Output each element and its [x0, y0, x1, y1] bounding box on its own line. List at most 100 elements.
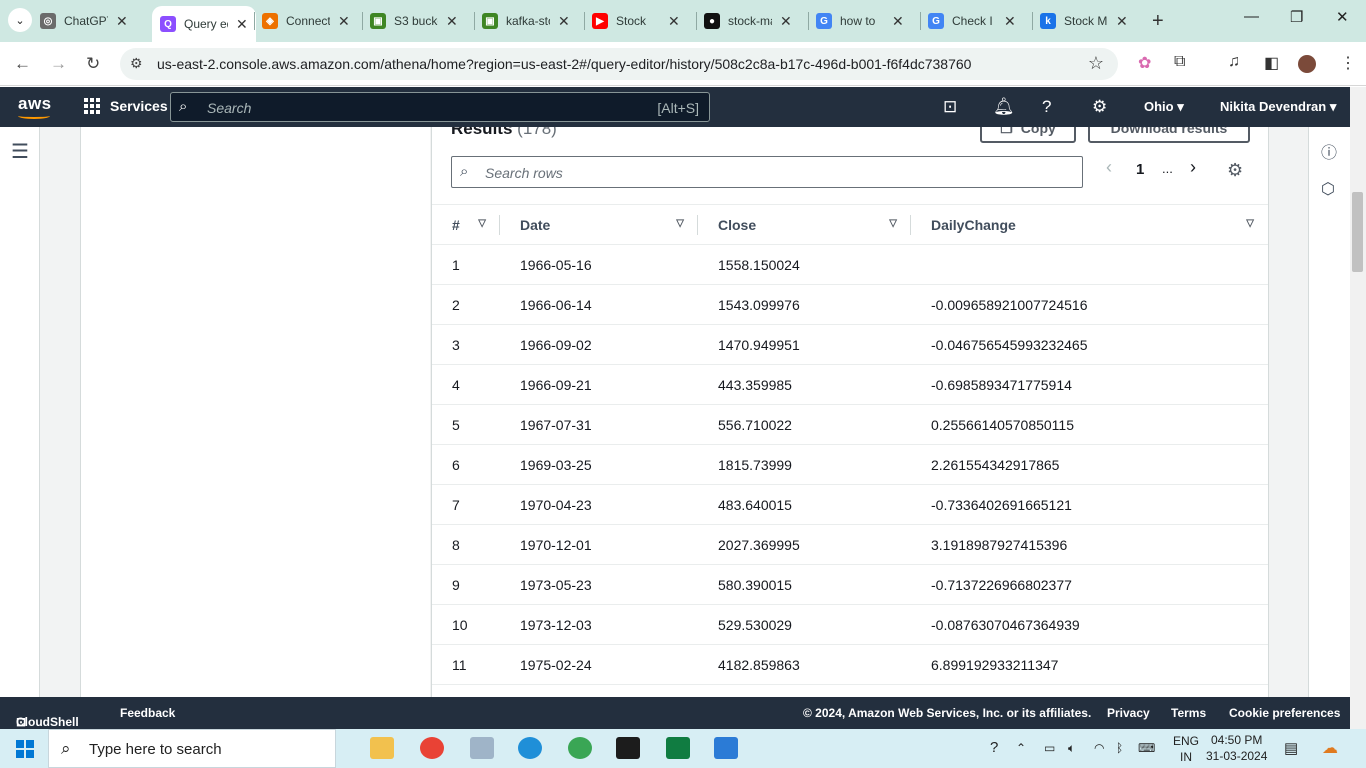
- column-header-date[interactable]: Date ▽: [500, 204, 698, 245]
- media-control-icon[interactable]: ♫: [1228, 53, 1240, 71]
- edge-icon[interactable]: [518, 737, 542, 759]
- search-rows-input[interactable]: ⌕ Search rows: [451, 156, 1083, 188]
- table-row[interactable]: 1 1966-05-16 1558.150024: [432, 244, 1268, 285]
- table-row[interactable]: 11 1975-02-24 4182.859863 6.899192933211347: [432, 644, 1268, 685]
- extensions-puzzle-icon[interactable]: ⧉: [1174, 53, 1185, 71]
- site-info-icon[interactable]: ⚙: [130, 55, 143, 72]
- volume-icon[interactable]: 🔈︎: [1068, 741, 1075, 756]
- app-icon[interactable]: [470, 737, 494, 759]
- browser-tab[interactable]: k Stock M ✕: [1040, 8, 1128, 34]
- browser-tab[interactable]: ● stock-market ✕: [704, 8, 792, 34]
- taskbar-clock[interactable]: 04:50 PM 31-03-2024: [1206, 732, 1267, 764]
- table-row[interactable]: 10 1973-12-03 529.530029 -0.087630704673649…: [432, 604, 1268, 645]
- prev-page-icon[interactable]: ‹: [1106, 157, 1112, 178]
- column-header-dailychange[interactable]: DailyChange ▽: [911, 204, 1268, 245]
- sort-caret-icon[interactable]: ▽: [1246, 218, 1254, 229]
- page-number[interactable]: 1: [1136, 161, 1144, 178]
- services-menu-button[interactable]: Services: [84, 98, 168, 114]
- side-panel-icon[interactable]: ◧: [1264, 53, 1279, 73]
- aws-search-input[interactable]: ⌕ Search [Alt+S]: [170, 92, 710, 122]
- photos-icon[interactable]: [714, 737, 738, 759]
- bookmark-star-icon[interactable]: ☆: [1088, 53, 1104, 74]
- tab-close-icon[interactable]: ✕: [1116, 13, 1128, 30]
- taskbar-search-input[interactable]: ⌕ Type here to search: [48, 729, 336, 768]
- hamburger-menu-icon[interactable]: ☰: [11, 139, 29, 164]
- tab-close-icon[interactable]: ✕: [236, 16, 248, 33]
- download-results-button[interactable]: Download results: [1088, 127, 1250, 143]
- browser-tab[interactable]: G Check I ✕: [928, 8, 1016, 34]
- tab-close-icon[interactable]: ✕: [668, 13, 680, 30]
- tab-close-icon[interactable]: ✕: [558, 13, 570, 30]
- browser-tab[interactable]: ▣ kafka-stock ✕: [482, 8, 570, 34]
- hexagon-settings-icon[interactable]: ⬡: [1321, 179, 1335, 199]
- keyboard-icon[interactable]: ⌨: [1138, 741, 1155, 755]
- minimize-icon[interactable]: —: [1244, 8, 1259, 25]
- settings-gear-icon[interactable]: ⚙: [1092, 97, 1107, 117]
- aws-logo[interactable]: aws: [18, 94, 52, 119]
- terminal-icon[interactable]: [616, 737, 640, 759]
- bluetooth-icon[interactable]: ᛒ: [1116, 741, 1123, 755]
- url-text[interactable]: us-east-2.console.aws.amazon.com/athena/…: [157, 56, 971, 72]
- excel-icon[interactable]: [666, 737, 690, 759]
- weather-icon[interactable]: ☁: [1322, 738, 1338, 758]
- tab-close-icon[interactable]: ✕: [338, 13, 350, 30]
- address-bar[interactable]: ⚙ us-east-2.console.aws.amazon.com/athen…: [120, 48, 1118, 80]
- forward-icon[interactable]: →: [50, 54, 67, 74]
- extension-icon[interactable]: ✿: [1138, 53, 1151, 73]
- profile-avatar[interactable]: [1298, 55, 1316, 73]
- back-icon[interactable]: ←: [14, 54, 31, 74]
- column-header-index[interactable]: # ▽: [432, 204, 500, 245]
- sort-caret-icon[interactable]: ▽: [676, 218, 684, 229]
- table-row[interactable]: 8 1970-12-01 2027.369995 3.1918987927415396: [432, 524, 1268, 565]
- sort-caret-icon[interactable]: ▽: [889, 218, 897, 229]
- page-scrollbar[interactable]: [1350, 87, 1366, 729]
- help-icon[interactable]: ?: [1042, 97, 1051, 117]
- table-row[interactable]: 5 1967-07-31 556.710022 0.25566140570850115: [432, 404, 1268, 445]
- sort-caret-icon[interactable]: ▽: [478, 218, 486, 229]
- table-row[interactable]: 4 1966-09-21 443.359985 -0.6985893471775914: [432, 364, 1268, 405]
- copy-button[interactable]: ❐ Copy: [980, 127, 1076, 143]
- notifications-icon[interactable]: ▤: [1284, 739, 1298, 757]
- feedback-link[interactable]: Feedback: [120, 706, 175, 720]
- tab-close-icon[interactable]: ✕: [780, 13, 792, 30]
- language-indicator[interactable]: ENG IN: [1173, 733, 1199, 765]
- privacy-link[interactable]: Privacy: [1107, 706, 1150, 720]
- battery-icon[interactable]: ▭: [1044, 741, 1055, 755]
- tab-close-icon[interactable]: ✕: [892, 13, 904, 30]
- browser-tab[interactable]: ◈ Connect ✕: [262, 8, 350, 34]
- help-tray-icon[interactable]: ?: [990, 739, 998, 756]
- info-icon[interactable]: ⓘ: [1321, 139, 1337, 163]
- table-row[interactable]: 7 1970-04-23 483.640015 -0.7336402691665121: [432, 484, 1268, 525]
- reload-icon[interactable]: ↻: [86, 54, 100, 74]
- browser-tab[interactable]: ▶ Stock ✕: [592, 8, 680, 34]
- browser-tab[interactable]: Q Query editor ✕: [152, 6, 256, 42]
- file-explorer-icon[interactable]: [370, 737, 394, 759]
- table-row[interactable]: 6 1969-03-25 1815.73999 2.261554342917865: [432, 444, 1268, 485]
- region-selector[interactable]: Ohio ▾: [1144, 99, 1184, 115]
- table-row[interactable]: 9 1973-05-23 580.390015 -0.7137226966802377: [432, 564, 1268, 605]
- notifications-bell-icon[interactable]: 🔔︎: [993, 97, 1015, 117]
- chrome-menu-icon[interactable]: ⋮: [1340, 53, 1356, 73]
- tab-close-icon[interactable]: ✕: [446, 13, 458, 30]
- table-row[interactable]: 2 1966-06-14 1543.099976 -0.009658921007724…: [432, 284, 1268, 325]
- windows-start-icon[interactable]: [16, 740, 34, 758]
- table-row[interactable]: 3 1966-09-02 1470.949951 -0.046756545993232…: [432, 324, 1268, 365]
- browser-tab[interactable]: ◎ ChatGPT ✕: [40, 8, 128, 34]
- tray-overflow-icon[interactable]: ⌃: [1016, 741, 1026, 755]
- tab-search-button[interactable]: ⌄: [8, 8, 32, 32]
- wifi-icon[interactable]: ◠: [1094, 741, 1104, 755]
- column-header-close[interactable]: Close ▽: [698, 204, 911, 245]
- table-preferences-icon[interactable]: ⚙: [1227, 160, 1243, 181]
- next-page-icon[interactable]: ›: [1190, 157, 1196, 178]
- cloudshell-icon[interactable]: ⊡: [943, 97, 957, 117]
- cookie-preferences-link[interactable]: Cookie preferences: [1229, 706, 1340, 720]
- account-menu[interactable]: Nikita Devendran ▾: [1220, 99, 1336, 115]
- terms-link[interactable]: Terms: [1171, 706, 1206, 720]
- close-window-icon[interactable]: ✕: [1336, 8, 1349, 26]
- app-icon[interactable]: [568, 737, 592, 759]
- scrollbar-thumb[interactable]: [1352, 192, 1363, 272]
- tab-close-icon[interactable]: ✕: [116, 13, 128, 30]
- browser-tab[interactable]: ▣ S3 bucket ✕: [370, 8, 458, 34]
- browser-tab[interactable]: Ghow to ✕: [816, 8, 904, 34]
- tab-close-icon[interactable]: ✕: [1004, 13, 1016, 30]
